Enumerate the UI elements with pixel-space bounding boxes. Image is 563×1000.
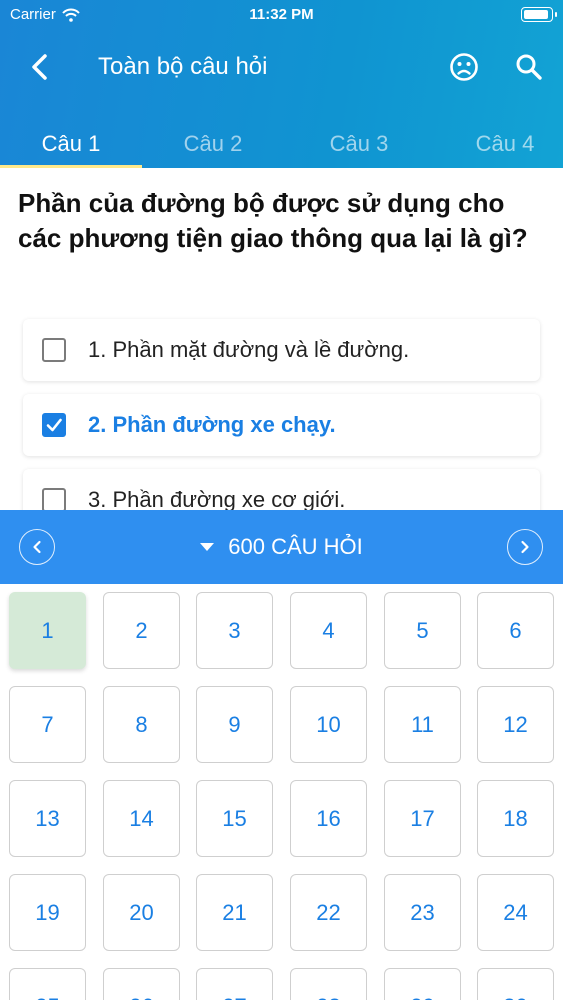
chevron-left-icon [32, 54, 47, 80]
answer-option-1[interactable]: 1. Phần mặt đường và lề đường. [23, 319, 540, 381]
question-navigator: 600 CÂU HỎI [0, 510, 563, 584]
question-number-cell[interactable]: 3 [196, 592, 273, 669]
app-header: Carrier 11:32 PM Toàn bộ câu hỏi Câu 1 C… [0, 0, 563, 168]
tab-cau-4[interactable]: Câu 4 [434, 124, 563, 168]
question-number-cell[interactable]: 24 [477, 874, 554, 951]
question-number-cell[interactable]: 5 [384, 592, 461, 669]
question-number-cell[interactable]: 26 [103, 968, 180, 1000]
chevron-right-icon [521, 540, 529, 554]
chevron-left-icon [33, 540, 41, 554]
question-number-cell[interactable]: 9 [196, 686, 273, 763]
answer-option-2[interactable]: 2. Phần đường xe chạy. [23, 394, 540, 456]
question-panel[interactable]: Phần của đường bộ được sử dụng cho các p… [0, 168, 563, 510]
question-number-cell[interactable]: 17 [384, 780, 461, 857]
question-number-cell[interactable]: 6 [477, 592, 554, 669]
question-number-cell[interactable]: 19 [9, 874, 86, 951]
question-number-cell[interactable]: 4 [290, 592, 367, 669]
status-time: 11:32 PM [249, 6, 314, 23]
feedback-button[interactable] [446, 50, 482, 84]
question-tabs: Câu 1 Câu 2 Câu 3 Câu 4 [0, 124, 563, 168]
question-number-cell[interactable]: 11 [384, 686, 461, 763]
question-number-cell[interactable]: 8 [103, 686, 180, 763]
question-number-cell[interactable]: 23 [384, 874, 461, 951]
question-number-cell[interactable]: 29 [384, 968, 461, 1000]
next-page-button[interactable] [507, 529, 543, 565]
question-number-cell[interactable]: 16 [290, 780, 367, 857]
tab-label: Câu 1 [41, 131, 101, 156]
question-number-cell[interactable]: 30 [477, 968, 554, 1000]
search-button[interactable] [511, 50, 547, 84]
answer-label: 3. Phần đường xe cơ giới. [88, 487, 346, 510]
tab-label: Câu 4 [475, 131, 535, 156]
question-number-cell[interactable]: 14 [103, 780, 180, 857]
caret-down-icon [200, 543, 215, 551]
tab-cau-1[interactable]: Câu 1 [0, 124, 142, 168]
checkbox-checked[interactable] [42, 413, 66, 437]
question-grid: 1234567891011121314151617181920212223242… [0, 584, 563, 1000]
checkbox-unchecked[interactable] [42, 338, 66, 362]
question-number-cell[interactable]: 18 [477, 780, 554, 857]
question-number-cell[interactable]: 27 [196, 968, 273, 1000]
back-button[interactable] [22, 50, 56, 84]
question-number-cell[interactable]: 13 [9, 780, 86, 857]
question-text: Phần của đường bộ được sử dụng cho các p… [18, 188, 528, 253]
question-number-cell[interactable]: 7 [9, 686, 86, 763]
answer-label: 1. Phần mặt đường và lề đường. [88, 337, 410, 362]
status-bar: Carrier 11:32 PM [0, 0, 563, 30]
battery-icon [521, 7, 557, 22]
question-number-cell[interactable]: 1 [9, 592, 86, 669]
checkmark-icon [46, 418, 62, 432]
answer-label: 2. Phần đường xe chạy. [88, 412, 336, 437]
question-number-cell[interactable]: 2 [103, 592, 180, 669]
tab-cau-3[interactable]: Câu 3 [288, 124, 430, 168]
tab-label: Câu 3 [329, 131, 389, 156]
question-set-label: 600 CÂU HỎI [228, 534, 363, 559]
question-number-cell[interactable]: 21 [196, 874, 273, 951]
question-number-cell[interactable]: 28 [290, 968, 367, 1000]
question-number-cell[interactable]: 12 [477, 686, 554, 763]
question-number-cell[interactable]: 22 [290, 874, 367, 951]
question-number-cell[interactable]: 15 [196, 780, 273, 857]
search-icon [516, 54, 542, 80]
question-number-cell[interactable]: 10 [290, 686, 367, 763]
question-set-selector[interactable]: 600 CÂU HỎI [0, 510, 563, 584]
checkbox-unchecked[interactable] [42, 488, 66, 510]
battery-level [524, 10, 548, 19]
page-title: Toàn bộ câu hỏi [98, 53, 268, 80]
tab-label: Câu 2 [183, 131, 243, 156]
question-number-cell[interactable]: 25 [9, 968, 86, 1000]
sad-face-icon [450, 53, 478, 81]
tab-cau-2[interactable]: Câu 2 [142, 124, 284, 168]
answer-option-3[interactable]: 3. Phần đường xe cơ giới. [23, 469, 540, 510]
question-number-cell[interactable]: 20 [103, 874, 180, 951]
prev-page-button[interactable] [19, 529, 55, 565]
